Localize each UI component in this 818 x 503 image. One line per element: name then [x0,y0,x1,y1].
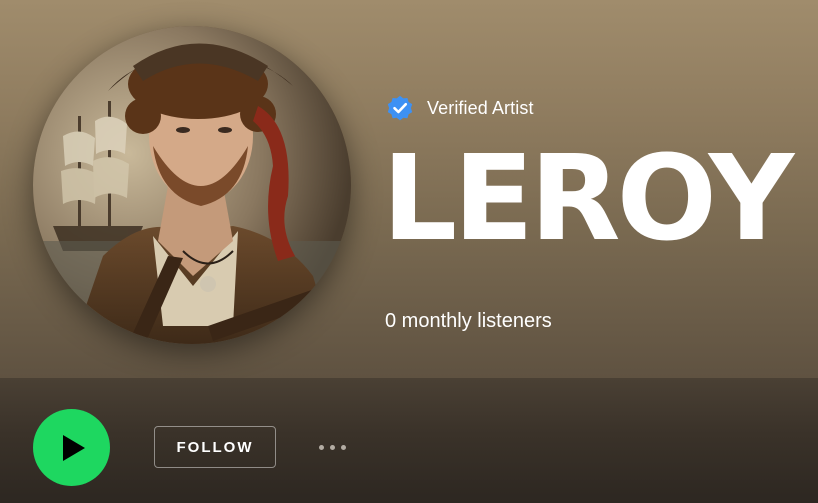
follow-button[interactable]: FOLLOW [154,426,276,468]
verified-check-icon [386,94,414,122]
play-button[interactable] [33,409,110,486]
monthly-listeners: 0 monthly listeners [385,310,552,332]
verified-badge: Verified Artist [386,94,534,122]
more-options-icon-dot [340,444,346,450]
verified-label: Verified Artist [427,97,534,118]
artist-avatar [33,26,351,344]
artist-header: Verified Artist LEROY 0 monthly listener… [0,0,818,378]
artist-page: Verified Artist LEROY 0 monthly listener… [0,0,818,503]
play-icon [63,434,85,461]
more-options-icon [318,444,324,450]
artist-portrait-image [33,26,351,344]
more-options-button[interactable] [310,435,354,459]
artist-name: LEROY [382,129,794,267]
action-bar [0,378,818,503]
more-options-icon-dot [329,444,335,450]
